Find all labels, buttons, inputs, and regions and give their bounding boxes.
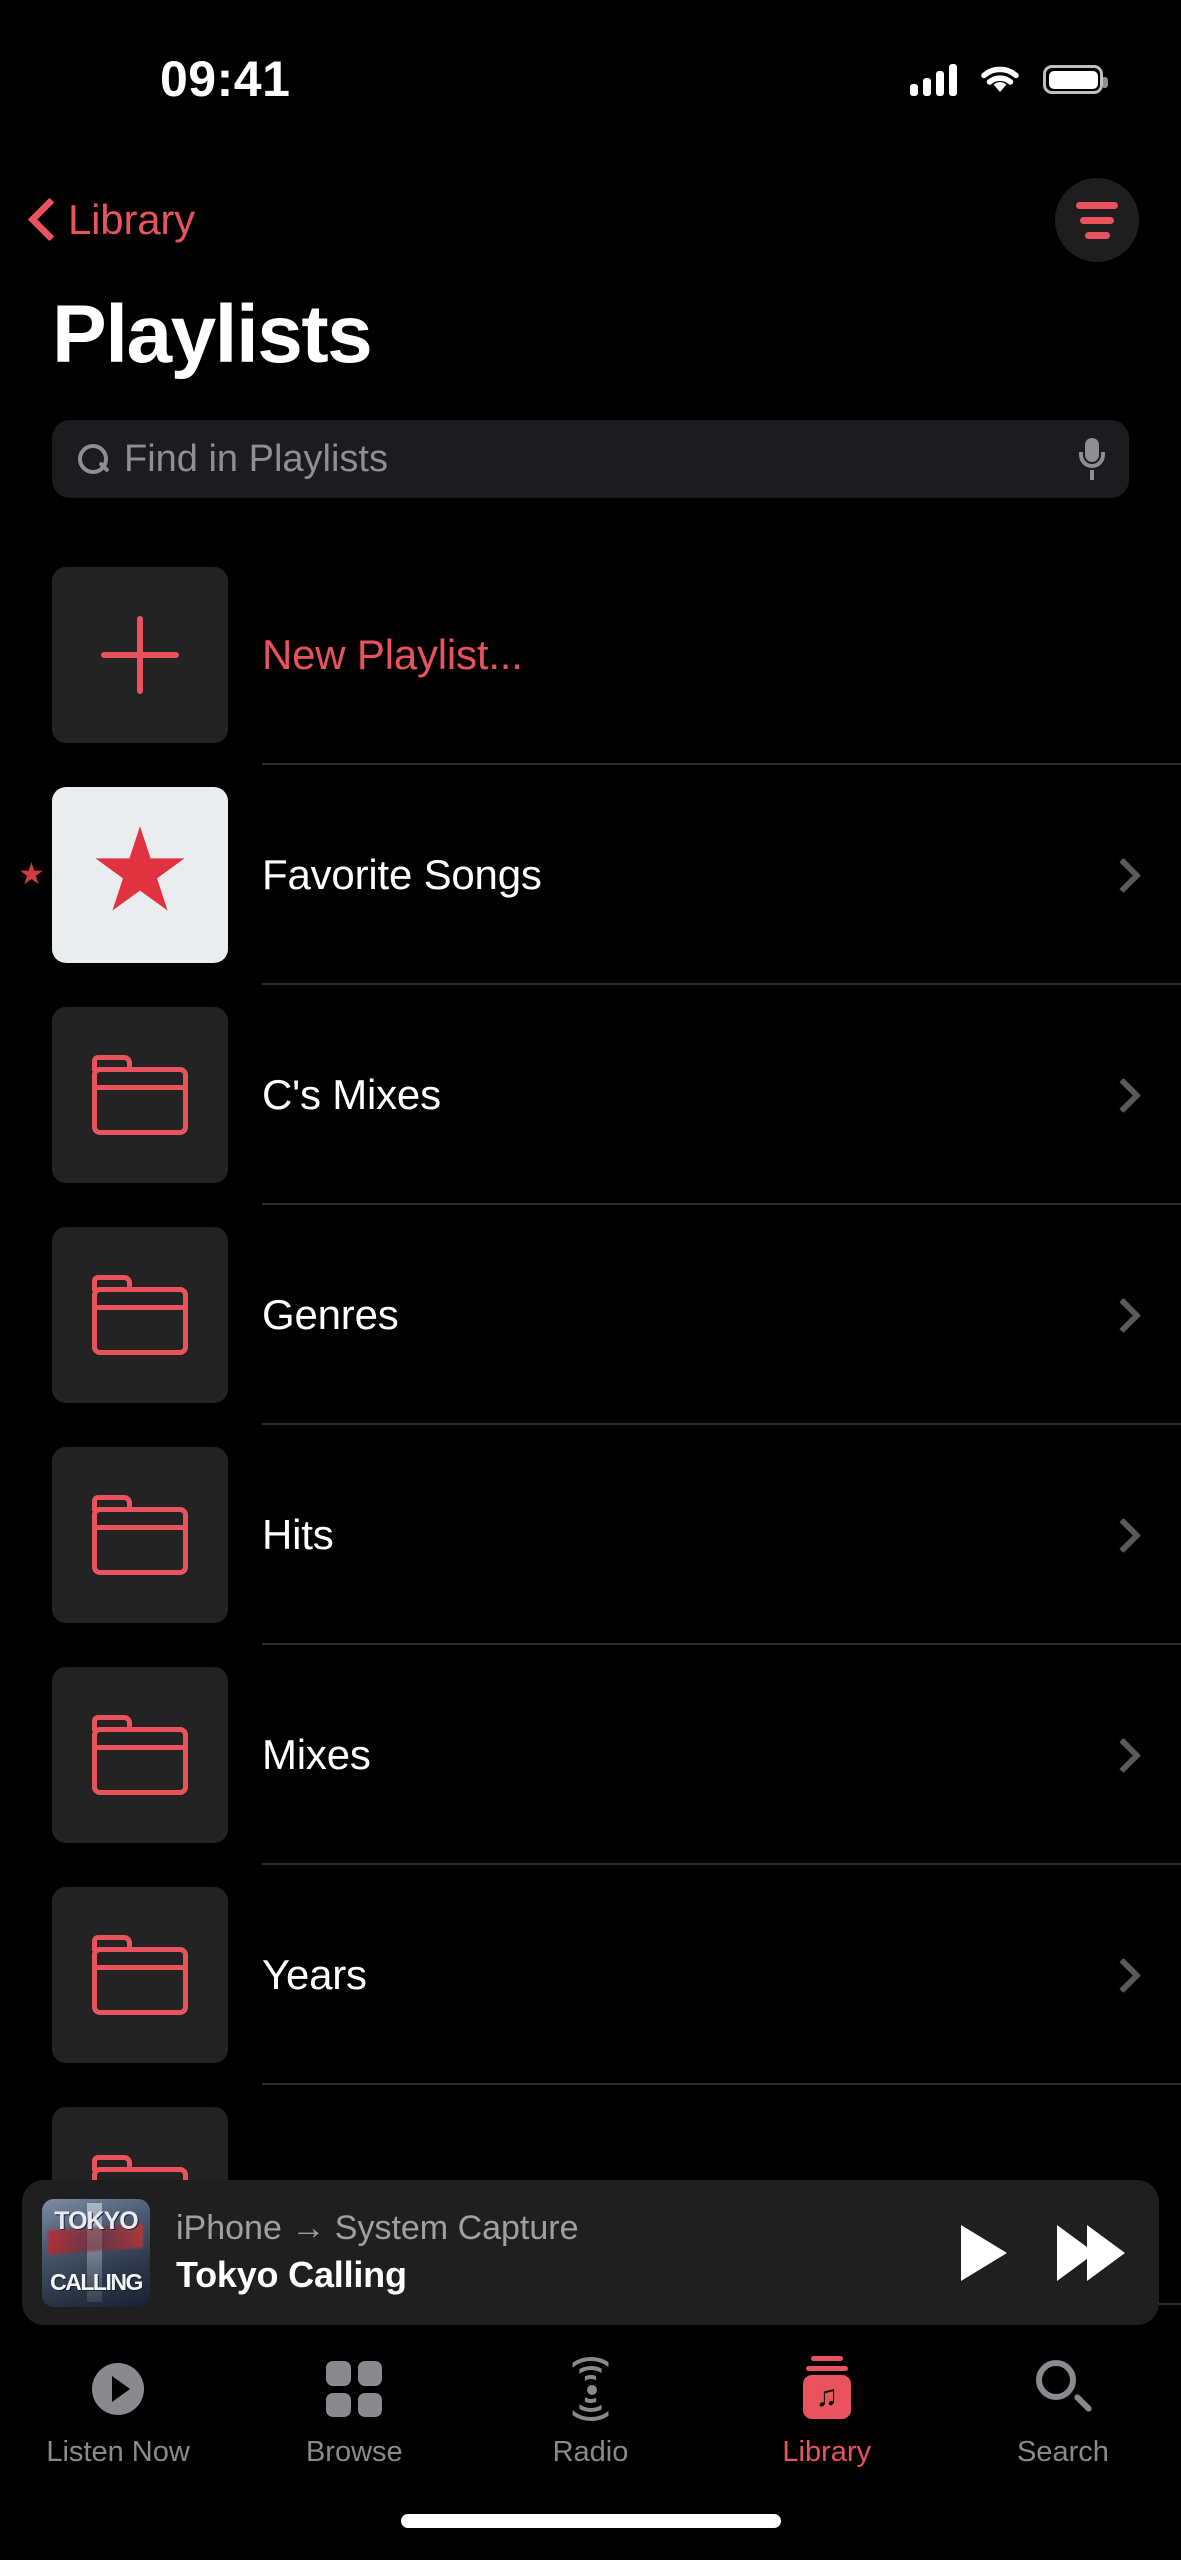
folder-icon (92, 1935, 188, 2015)
favorite-star-marker-icon: ★ (18, 858, 45, 891)
chevron-right-icon (1111, 1077, 1131, 1113)
search-magnifier-icon (1030, 2356, 1096, 2422)
playlist-tile (52, 1447, 228, 1623)
sort-filter-icon-line-2 (1080, 216, 1114, 224)
list-item-mixes[interactable]: Mixes (0, 1645, 1181, 1865)
play-button[interactable] (961, 2224, 1007, 2281)
tab-search[interactable]: Search (945, 2356, 1181, 2469)
mini-player[interactable]: TOKYO CALLING iPhone → System Capture To… (22, 2180, 1159, 2325)
mini-player-text: iPhone → System Capture Tokyo Calling (176, 2209, 961, 2296)
fast-forward-button[interactable] (1057, 2224, 1125, 2281)
playlist-tile (52, 1227, 228, 1403)
list-item-label: New Playlist... (262, 631, 523, 678)
airplay-route-label: iPhone → System Capture (176, 2209, 579, 2247)
status-time: 09:41 (160, 50, 291, 107)
app-screen: 09:41 Library Playlists Find in Playlist… (0, 0, 1181, 2560)
list-item-label: Hits (262, 1511, 334, 1558)
folder-icon (92, 1715, 188, 1795)
album-art-line-2: CALLING (50, 2268, 143, 2295)
status-bar: 09:41 (0, 0, 1181, 145)
tab-label: Browse (305, 2436, 403, 2468)
tab-label: Library (782, 2436, 872, 2468)
chevron-right-icon (1111, 1737, 1131, 1773)
chevron-left-icon (28, 198, 54, 242)
playlist-tile: ★ (52, 787, 228, 963)
list-item-years[interactable]: Years (0, 1865, 1181, 2085)
tab-radio[interactable]: Radio (472, 2356, 708, 2469)
folder-icon (92, 1275, 188, 1355)
sort-filter-icon-line-1 (1076, 201, 1118, 209)
list-item-cs-mixes[interactable]: C's Mixes (0, 985, 1181, 1205)
listen-now-icon (85, 2356, 151, 2422)
chevron-right-icon (1111, 857, 1131, 893)
chevron-right-icon (1111, 1297, 1131, 1333)
folder-icon (92, 1055, 188, 1135)
battery-icon (1043, 65, 1108, 94)
tab-label: Search (1016, 2436, 1109, 2468)
home-indicator (400, 2514, 781, 2528)
playlist-tile (52, 1887, 228, 2063)
browse-grid-icon (321, 2356, 387, 2422)
star-icon: ★ (88, 805, 192, 935)
search-icon (76, 442, 110, 476)
list-item-label: Genres (262, 1291, 399, 1338)
list-item-label: C's Mixes (262, 1071, 441, 1118)
list-item-label: Years (262, 1951, 367, 1998)
mini-player-controls (961, 2224, 1125, 2281)
playlist-tile (52, 567, 228, 743)
playlist-tile (52, 1007, 228, 1183)
plus-icon (101, 616, 179, 694)
album-art-line-1: TOKYO (54, 2207, 138, 2236)
playlist-tile (52, 1667, 228, 1843)
back-button-label: Library (68, 196, 195, 243)
search-field[interactable]: Find in Playlists (52, 420, 1129, 498)
chevron-right-icon (1111, 1957, 1131, 1993)
tab-browse[interactable]: Browse (236, 2356, 472, 2469)
microphone-icon[interactable] (1079, 438, 1105, 480)
sort-filter-button[interactable] (1055, 178, 1139, 262)
tab-listen-now[interactable]: Listen Now (0, 2356, 236, 2469)
sort-filter-icon-line-3 (1084, 231, 1110, 239)
album-artwork: TOKYO CALLING (42, 2198, 150, 2307)
list-item-genres[interactable]: Genres (0, 1205, 1181, 1425)
wifi-icon (979, 64, 1021, 96)
list-item-new-playlist[interactable]: New Playlist... (0, 545, 1181, 765)
chevron-right-icon (1111, 1517, 1131, 1553)
list-item-favorite-songs[interactable]: ★ ★ Favorite Songs (0, 765, 1181, 985)
radio-broadcast-icon (558, 2356, 624, 2422)
now-playing-title: Tokyo Calling (176, 2254, 407, 2295)
cellular-signal-icon (910, 63, 957, 96)
tab-bar: Listen Now Browse Radio ♫ Library Search (0, 2342, 1181, 2492)
search-placeholder: Find in Playlists (124, 437, 388, 480)
navigation-bar: Library (0, 165, 1181, 275)
tab-library[interactable]: ♫ Library (709, 2356, 945, 2469)
tab-label: Listen Now (46, 2436, 190, 2468)
status-icons (910, 63, 1108, 96)
folder-icon (92, 1495, 188, 1575)
list-item-hits[interactable]: Hits (0, 1425, 1181, 1645)
tab-label: Radio (552, 2436, 629, 2468)
page-title: Playlists (52, 289, 373, 380)
list-item-label: Favorite Songs (262, 851, 542, 898)
back-button[interactable]: Library (28, 196, 195, 244)
library-icon: ♫ (794, 2356, 860, 2422)
list-item-label: Mixes (262, 1731, 371, 1778)
